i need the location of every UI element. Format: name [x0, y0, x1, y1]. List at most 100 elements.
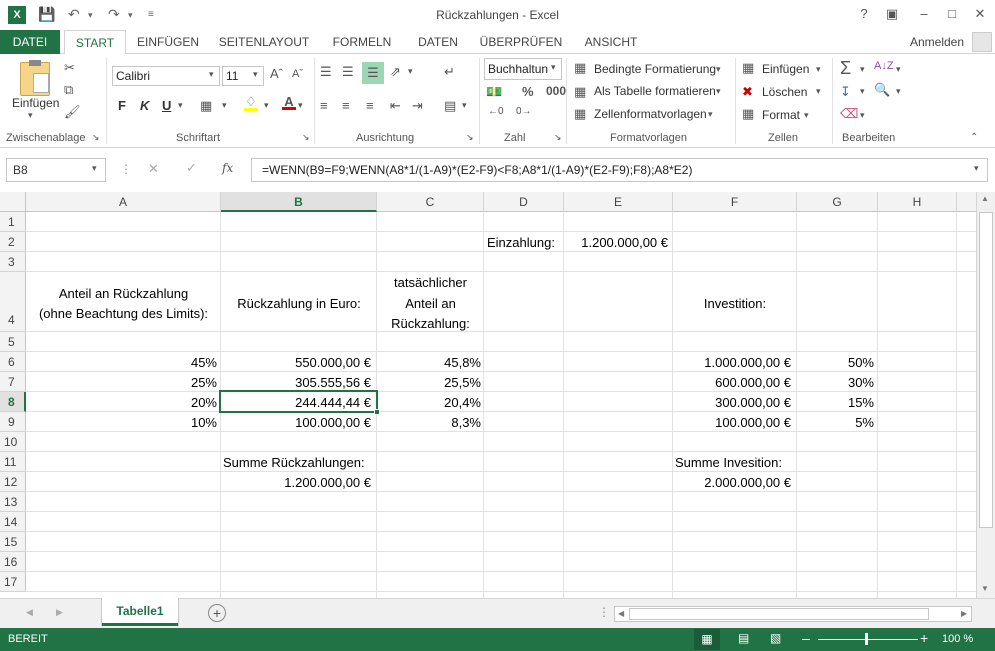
row-header-1[interactable]: 1	[0, 212, 26, 232]
cell-f4[interactable]: Investition:	[673, 296, 797, 311]
name-box-dropdown-icon[interactable]: ▾	[92, 163, 97, 174]
maximize-icon[interactable]: □	[940, 4, 964, 24]
row-header-8[interactable]: 8	[0, 392, 26, 412]
close-icon[interactable]: ✕	[968, 4, 992, 24]
cancel-entry-icon[interactable]: ✕	[148, 161, 159, 177]
sheet-next-icon[interactable]: ▶	[56, 607, 63, 618]
row-header-11[interactable]: 11	[0, 452, 26, 472]
worksheet-grid[interactable]: A B C D E F G H 1 2 3 4 5 6 7 8 9 10 11 …	[0, 192, 976, 598]
font-name-dropdown-icon[interactable]: ▾	[209, 69, 214, 80]
confirm-entry-icon[interactable]: ✓	[186, 160, 197, 176]
paste-dropdown-icon[interactable]: ▾	[28, 110, 33, 121]
formula-input[interactable]: =WENN(B9=F9;WENN(A8*1/(1-A9)*(E2-F9)<F8;…	[251, 158, 988, 182]
italic-button[interactable]: K	[140, 98, 149, 113]
paste-button[interactable]: Einfügen	[12, 96, 59, 110]
format-cells-dropdown-icon[interactable]: ▾	[804, 110, 809, 121]
fill-color-icon[interactable]: ♢	[244, 94, 258, 111]
zoom-slider-thumb[interactable]	[865, 633, 868, 645]
fill-color-dropdown-icon[interactable]: ▾	[264, 100, 269, 111]
font-color-dropdown-icon[interactable]: ▾	[298, 100, 303, 111]
zoom-slider-track[interactable]	[818, 639, 918, 640]
fill-handle[interactable]	[374, 409, 380, 415]
cell-f8[interactable]: 300.000,00 €	[673, 395, 791, 410]
cell-c6[interactable]: 45,8%	[377, 355, 481, 370]
sign-in-link[interactable]: Anmelden	[902, 30, 972, 54]
cell-g8[interactable]: 15%	[797, 395, 874, 410]
help-button[interactable]: ?	[852, 4, 876, 24]
align-left-icon[interactable]: ≡	[320, 98, 328, 113]
paste-icon[interactable]	[20, 60, 50, 96]
clear-dropdown-icon[interactable]: ▾	[860, 110, 865, 121]
sort-filter-icon[interactable]: A↓Z	[874, 60, 894, 72]
format-as-table-button[interactable]: Als Tabelle formatieren	[594, 84, 716, 98]
cell-a4-line2[interactable]: (ohne Beachtung des Limits):	[26, 306, 221, 321]
cell-d2[interactable]: Einzahlung:	[487, 235, 555, 250]
insert-cells-icon[interactable]: ▦	[742, 60, 754, 76]
cell-b4[interactable]: Rückzahlung in Euro:	[221, 296, 377, 311]
cell-c4-line3[interactable]: Rückzahlung:	[377, 316, 484, 331]
row-header-3[interactable]: 3	[0, 252, 26, 272]
clipboard-launcher-icon[interactable]: ↘	[92, 132, 100, 143]
cell-f6[interactable]: 1.000.000,00 €	[673, 355, 791, 370]
horizontal-scroll-thumb[interactable]	[629, 608, 929, 620]
scroll-down-icon[interactable]: ▼	[981, 584, 989, 593]
column-header-e[interactable]: E	[564, 192, 673, 212]
cell-f9[interactable]: 100.000,00 €	[673, 415, 791, 430]
column-header-c[interactable]: C	[377, 192, 484, 212]
sheet-prev-icon[interactable]: ◀	[26, 607, 33, 618]
cell-c9[interactable]: 8,3%	[377, 415, 481, 430]
comma-style-icon[interactable]: 000	[546, 84, 566, 98]
merge-center-icon[interactable]: ▤	[444, 98, 456, 114]
row-header-12[interactable]: 12	[0, 472, 26, 492]
copy-icon[interactable]: ⧉	[64, 82, 73, 98]
insert-function-button[interactable]: fx	[222, 161, 233, 175]
sheet-tab-tabelle1[interactable]: Tabelle1	[102, 598, 178, 626]
orientation-icon[interactable]: ⇗	[390, 64, 401, 80]
format-cells-icon[interactable]: ▦	[742, 106, 754, 122]
user-avatar-icon[interactable]	[972, 32, 992, 52]
cell-e2[interactable]: 1.200.000,00 €	[564, 235, 668, 250]
minimize-icon[interactable]: –	[912, 4, 936, 24]
bold-button[interactable]: F	[118, 98, 126, 113]
find-select-icon[interactable]: 🔍	[874, 82, 890, 98]
cell-c7[interactable]: 25,5%	[377, 375, 481, 390]
align-center-icon[interactable]: ≡	[342, 98, 350, 113]
row-header-17[interactable]: 17	[0, 572, 26, 592]
tab-formeln[interactable]: FORMELN	[326, 30, 398, 54]
conditional-formatting-button[interactable]: Bedingte Formatierung	[594, 62, 716, 76]
borders-icon[interactable]: ▦	[200, 98, 212, 114]
tab-daten[interactable]: DATEN	[408, 30, 468, 54]
add-sheet-icon[interactable]: +	[208, 604, 226, 622]
zoom-in-icon[interactable]: +	[920, 630, 928, 646]
alignment-launcher-icon[interactable]: ↘	[466, 132, 474, 143]
delete-cells-dropdown-icon[interactable]: ▾	[816, 86, 821, 97]
borders-dropdown-icon[interactable]: ▾	[222, 100, 227, 111]
find-select-dropdown-icon[interactable]: ▾	[896, 86, 901, 97]
horizontal-scrollbar[interactable]: ◀ ▶	[614, 606, 972, 622]
active-cell-selection[interactable]	[219, 390, 380, 415]
row-header-10[interactable]: 10	[0, 432, 26, 452]
delete-cells-button[interactable]: Löschen	[762, 85, 807, 99]
name-box[interactable]: B8	[6, 158, 106, 182]
font-size-dropdown-icon[interactable]: ▾	[253, 69, 258, 80]
align-top-icon[interactable]: ☰	[320, 64, 332, 80]
format-as-table-dropdown-icon[interactable]: ▾	[716, 86, 721, 97]
column-header-f[interactable]: F	[673, 192, 797, 212]
orientation-dropdown-icon[interactable]: ▾	[408, 66, 413, 77]
font-launcher-icon[interactable]: ↘	[302, 132, 310, 143]
cut-icon[interactable]: ✂	[64, 60, 75, 76]
vertical-scroll-thumb[interactable]	[979, 212, 993, 528]
cell-b11[interactable]: Summe Rückzahlungen:	[223, 455, 365, 470]
row-header-16[interactable]: 16	[0, 552, 26, 572]
row-header-14[interactable]: 14	[0, 512, 26, 532]
delete-cells-icon[interactable]: ✖	[742, 84, 753, 100]
column-header-b[interactable]: B	[221, 192, 377, 212]
number-launcher-icon[interactable]: ↘	[554, 132, 562, 143]
cell-b9[interactable]: 100.000,00 €	[221, 415, 371, 430]
tab-seitenlayout[interactable]: SEITENLAYOUT	[212, 30, 316, 54]
cell-b12[interactable]: 1.200.000,00 €	[221, 475, 371, 490]
cell-styles-dropdown-icon[interactable]: ▾	[708, 109, 713, 120]
shrink-font-icon[interactable]: Aˇ	[292, 68, 303, 80]
cell-g7[interactable]: 30%	[797, 375, 874, 390]
cell-b7[interactable]: 305.555,56 €	[221, 375, 371, 390]
